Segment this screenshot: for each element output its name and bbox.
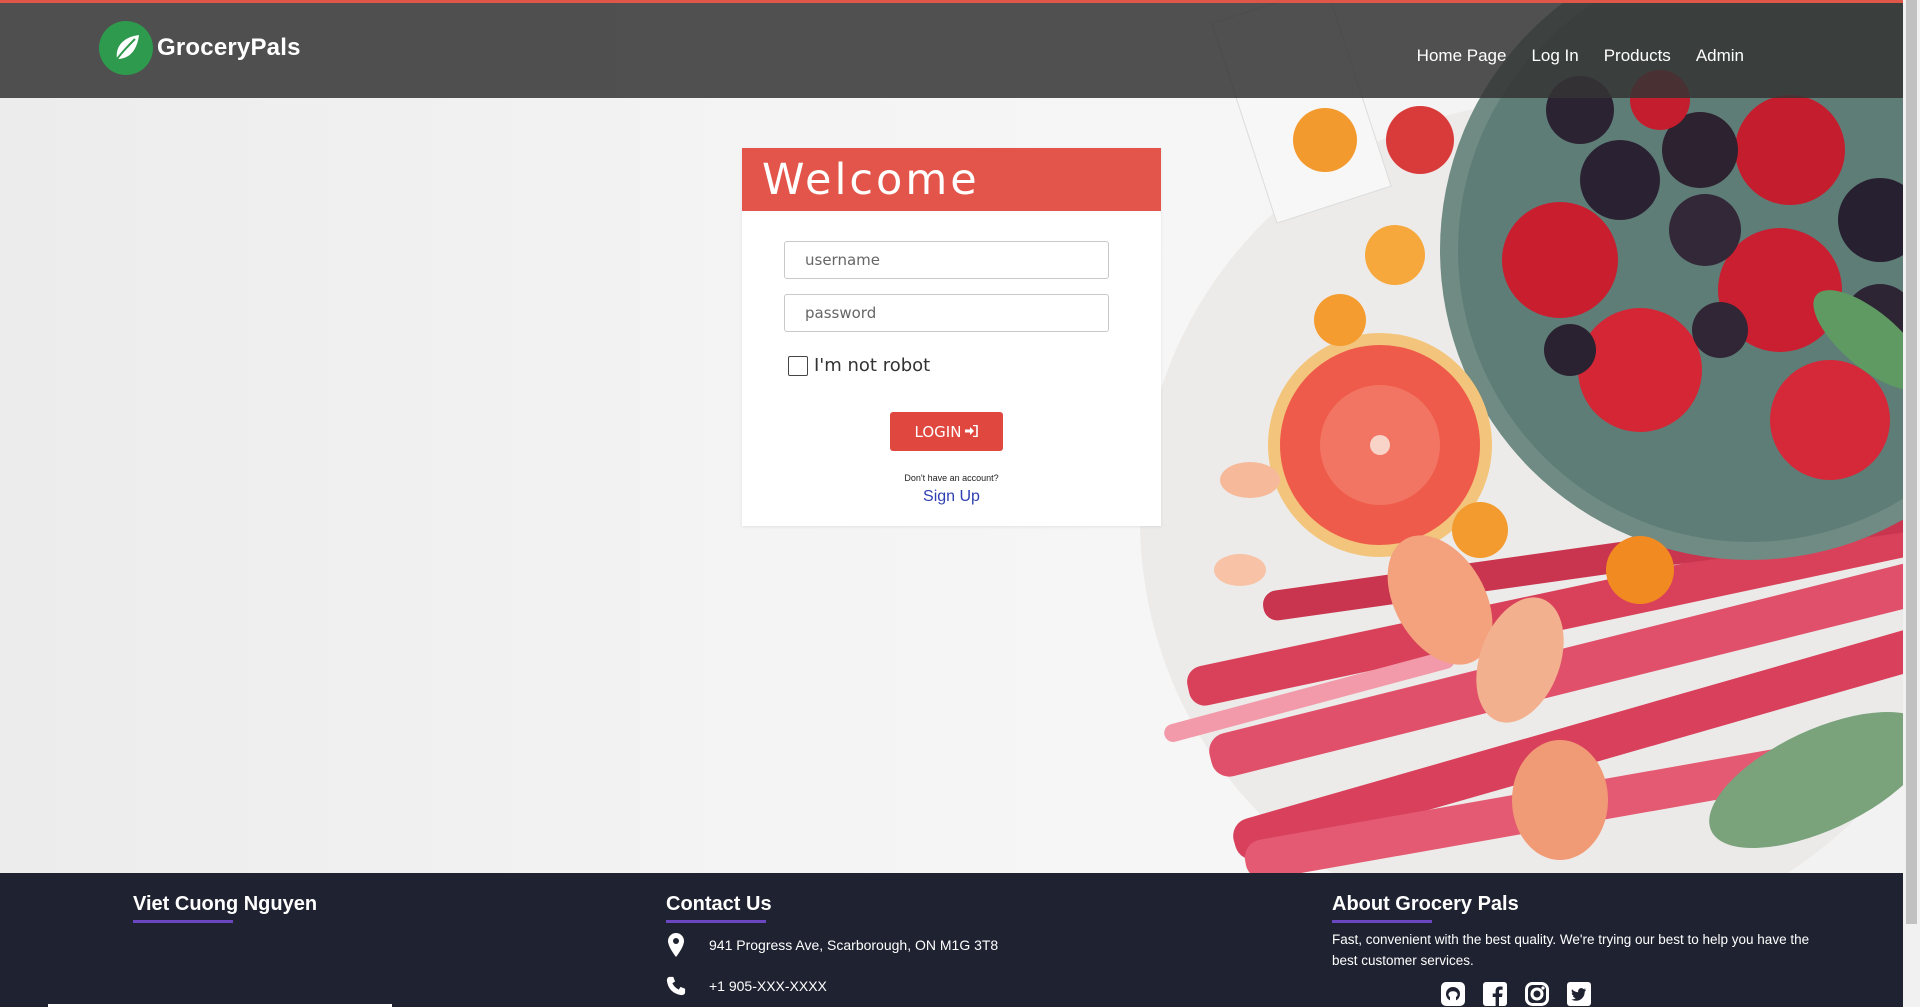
footer-title-author: Viet Cuong Nguyen: [133, 893, 317, 923]
login-button-label: LOGIN: [914, 422, 962, 441]
contact-address-row: 941 Progress Ave, Scarborough, ON M1G 3T…: [666, 933, 998, 957]
top-accent-line: [0, 0, 1920, 3]
navbar: GroceryPals Home Page Log In Products Ad…: [0, 3, 1920, 98]
login-title: Welcome: [762, 154, 980, 205]
nav-links: Home Page Log In Products Admin: [1417, 46, 1744, 66]
scrollbar[interactable]: [1903, 0, 1920, 1007]
robot-check-row: I'm not robot: [788, 355, 930, 376]
robot-checkbox[interactable]: [788, 355, 808, 376]
robot-label: I'm not robot: [814, 355, 931, 376]
leaf-icon: [99, 21, 153, 75]
map-pin-icon: [666, 933, 686, 957]
no-account-text: Don't have an account?: [904, 473, 999, 483]
contact-phone: +1 905-XXX-XXXX: [709, 978, 827, 994]
nav-products[interactable]: Products: [1604, 46, 1671, 66]
scrollbar-thumb[interactable]: [1906, 0, 1917, 924]
github-icon[interactable]: [1440, 981, 1466, 1007]
signup-link[interactable]: Sign Up: [742, 488, 1161, 506]
login-card-header: Welcome: [742, 148, 1161, 211]
phone-icon: [666, 975, 686, 997]
twitter-icon[interactable]: [1566, 981, 1592, 1007]
instagram-icon[interactable]: [1524, 981, 1550, 1007]
social-links: [1440, 981, 1592, 1007]
login-button[interactable]: LOGIN: [890, 412, 1003, 451]
nav-admin[interactable]: Admin: [1696, 46, 1744, 66]
login-card: Welcome I'm not robot LOGIN Don't have a…: [742, 148, 1161, 526]
footer-title-contact: Contact Us: [666, 893, 772, 923]
brand[interactable]: GroceryPals: [99, 20, 301, 76]
username-input[interactable]: [784, 241, 1109, 279]
brand-name: GroceryPals: [157, 34, 301, 61]
nav-login[interactable]: Log In: [1531, 46, 1578, 66]
nav-home[interactable]: Home Page: [1417, 46, 1507, 66]
facebook-icon[interactable]: [1482, 981, 1508, 1007]
about-text: Fast, convenient with the best quality. …: [1332, 932, 1810, 968]
footer-title-about: About Grocery Pals: [1332, 893, 1519, 923]
password-input[interactable]: [784, 294, 1109, 332]
contact-address: 941 Progress Ave, Scarborough, ON M1G 3T…: [709, 937, 999, 953]
contact-phone-row: +1 905-XXX-XXXX: [666, 975, 827, 997]
sign-in-icon: [965, 423, 979, 441]
